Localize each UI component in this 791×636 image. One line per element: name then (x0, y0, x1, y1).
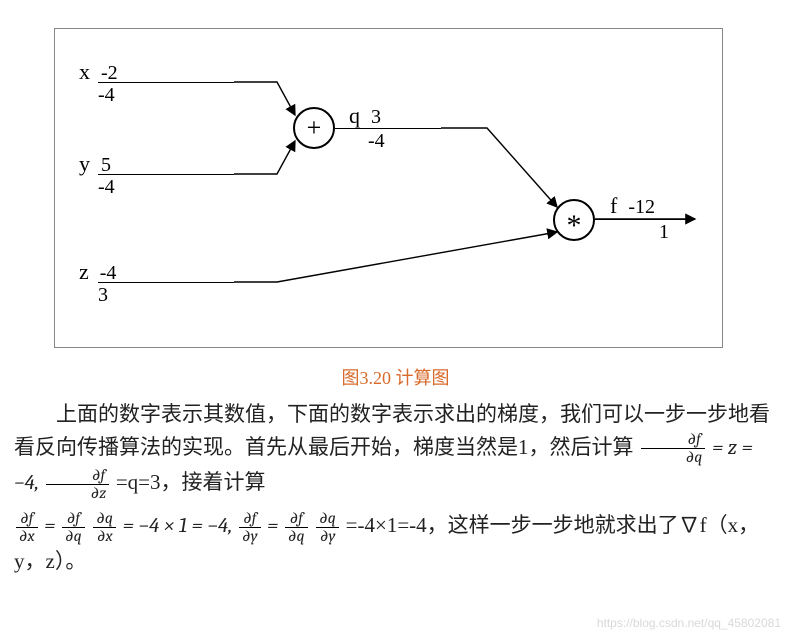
eq-x1: = (44, 514, 60, 538)
frac-dfdy: ∂f∂y (239, 510, 260, 545)
watermark: https://blog.csdn.net/qq_45802081 (597, 616, 781, 630)
q-underline (335, 128, 441, 129)
frac-dfdz: ∂f∂z (46, 467, 109, 502)
add-symbol: + (307, 113, 322, 143)
wires (55, 29, 724, 349)
frac-dfdx: ∂f∂x (16, 510, 38, 545)
intermediate-q: q 3 (349, 103, 381, 129)
f-grad: 1 (659, 221, 669, 244)
z-underline (98, 282, 234, 283)
eq-x2: = −4 × 1 = −4, (123, 514, 237, 538)
frac-dqdx: ∂q∂x (93, 510, 116, 545)
x-label: x (79, 59, 96, 85)
diagram-box: x -2 -4 y 5 -4 z -4 3 + q 3 -4 * f -12 1 (54, 28, 723, 348)
body-text: 上面的数字表示其数值，下面的数字表示求出的梯度，我们可以一步一步地看看反向传播算… (14, 398, 777, 577)
output-f: f -12 (610, 193, 655, 219)
f-label: f (610, 193, 623, 219)
mul-symbol: * (567, 209, 582, 243)
x-grad: -4 (98, 84, 115, 107)
frac-dfdq2: ∂f∂q (62, 510, 85, 545)
add-node: + (293, 107, 335, 149)
frac-dfdq3: ∂f∂q (285, 510, 308, 545)
z-label: z (79, 259, 95, 285)
x-underline (98, 82, 234, 83)
y-label: y (79, 151, 96, 177)
y-underline (98, 174, 234, 175)
f-underline (595, 219, 695, 220)
q-value: 3 (371, 106, 381, 129)
z-grad: 3 (98, 284, 108, 307)
y-grad: -4 (98, 176, 115, 199)
q-grad: -4 (368, 130, 385, 153)
frac-dqdy: ∂q∂y (316, 510, 339, 545)
f-value: -12 (628, 196, 655, 219)
body-b: =q=3，接着计算 (116, 470, 266, 494)
q-label: q (349, 103, 366, 129)
mul-node: * (553, 199, 595, 241)
figure-caption: 图3.20 计算图 (0, 364, 791, 390)
eq-y1: = (267, 514, 283, 538)
frac-dfdq: ∂f∂q (641, 431, 706, 466)
